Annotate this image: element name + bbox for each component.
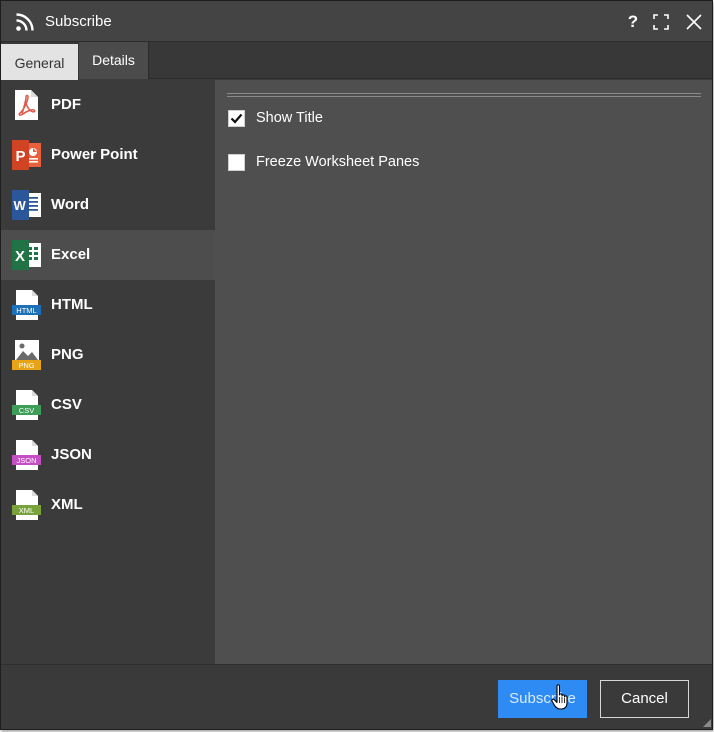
format-item-excel[interactable]: X Excel bbox=[1, 230, 215, 280]
section-divider bbox=[227, 93, 701, 97]
svg-text:XML: XML bbox=[19, 506, 34, 515]
format-label: Word bbox=[51, 196, 90, 213]
json-icon: JSON bbox=[12, 440, 41, 470]
svg-text:P: P bbox=[16, 148, 26, 165]
powerpoint-icon: P bbox=[12, 140, 41, 170]
freeze-panes-option[interactable]: Freeze Worksheet Panes bbox=[228, 152, 419, 172]
close-icon bbox=[686, 14, 702, 30]
pdf-icon bbox=[15, 90, 38, 120]
svg-text:JSON: JSON bbox=[16, 456, 36, 465]
svg-text:W: W bbox=[14, 198, 27, 213]
show-title-checkbox[interactable] bbox=[228, 109, 245, 127]
format-item-word[interactable]: W Word bbox=[1, 180, 215, 230]
maximize-icon bbox=[653, 14, 669, 30]
freeze-panes-label: Freeze Worksheet Panes bbox=[256, 154, 420, 170]
format-list: PDF P Power Point W Word X Excel HTML HT… bbox=[1, 80, 215, 664]
dialog-footer: Subscribe Cancel bbox=[1, 664, 712, 729]
svg-text:HTML: HTML bbox=[16, 306, 36, 315]
tab-general[interactable]: General bbox=[1, 44, 78, 80]
png-icon: PNG bbox=[12, 340, 41, 370]
subscribe-button[interactable]: Subscribe bbox=[498, 680, 587, 718]
format-item-pdf[interactable]: PDF bbox=[1, 80, 215, 130]
excel-icon: X bbox=[12, 240, 41, 270]
format-label: PDF bbox=[51, 96, 81, 113]
svg-text:X: X bbox=[15, 248, 25, 265]
format-label: PNG bbox=[51, 346, 84, 363]
dialog-title: Subscribe bbox=[45, 13, 112, 30]
close-button[interactable] bbox=[684, 11, 704, 33]
format-label: HTML bbox=[51, 296, 93, 313]
format-item-png[interactable]: PNG PNG bbox=[1, 330, 215, 380]
format-label: JSON bbox=[51, 446, 92, 463]
format-label: Power Point bbox=[51, 146, 138, 163]
word-icon: W bbox=[12, 190, 41, 220]
title-bar: Subscribe ? bbox=[1, 1, 712, 42]
format-item-csv[interactable]: CSV CSV bbox=[1, 380, 215, 430]
maximize-button[interactable] bbox=[651, 11, 671, 33]
tab-details[interactable]: Details bbox=[79, 42, 149, 79]
svg-text:PNG: PNG bbox=[18, 361, 34, 370]
options-panel: Show Title Freeze Worksheet Panes bbox=[215, 80, 712, 664]
format-label: Excel bbox=[51, 246, 91, 263]
format-item-html[interactable]: HTML HTML bbox=[1, 280, 215, 330]
show-title-option[interactable]: Show Title bbox=[228, 108, 323, 128]
svg-text:CSV: CSV bbox=[19, 406, 34, 415]
rss-icon bbox=[16, 13, 34, 31]
show-title-label: Show Title bbox=[256, 110, 323, 126]
format-item-json[interactable]: JSON JSON bbox=[1, 430, 215, 480]
cancel-button[interactable]: Cancel bbox=[600, 680, 689, 718]
subscribe-dialog: Subscribe ? General Details PDF P Power … bbox=[0, 0, 713, 730]
resize-grip-icon[interactable] bbox=[703, 719, 711, 727]
help-button[interactable]: ? bbox=[625, 11, 641, 33]
checkmark-icon bbox=[230, 113, 243, 124]
tab-bar: General Details bbox=[1, 42, 712, 80]
format-label: CSV bbox=[51, 396, 82, 413]
xml-icon: XML bbox=[12, 490, 41, 520]
format-item-xml[interactable]: XML XML bbox=[1, 480, 215, 530]
csv-icon: CSV bbox=[12, 390, 41, 420]
html-icon: HTML bbox=[12, 290, 41, 320]
format-label: XML bbox=[51, 496, 83, 513]
format-item-powerpoint[interactable]: P Power Point bbox=[1, 130, 215, 180]
freeze-panes-checkbox[interactable] bbox=[228, 153, 245, 171]
